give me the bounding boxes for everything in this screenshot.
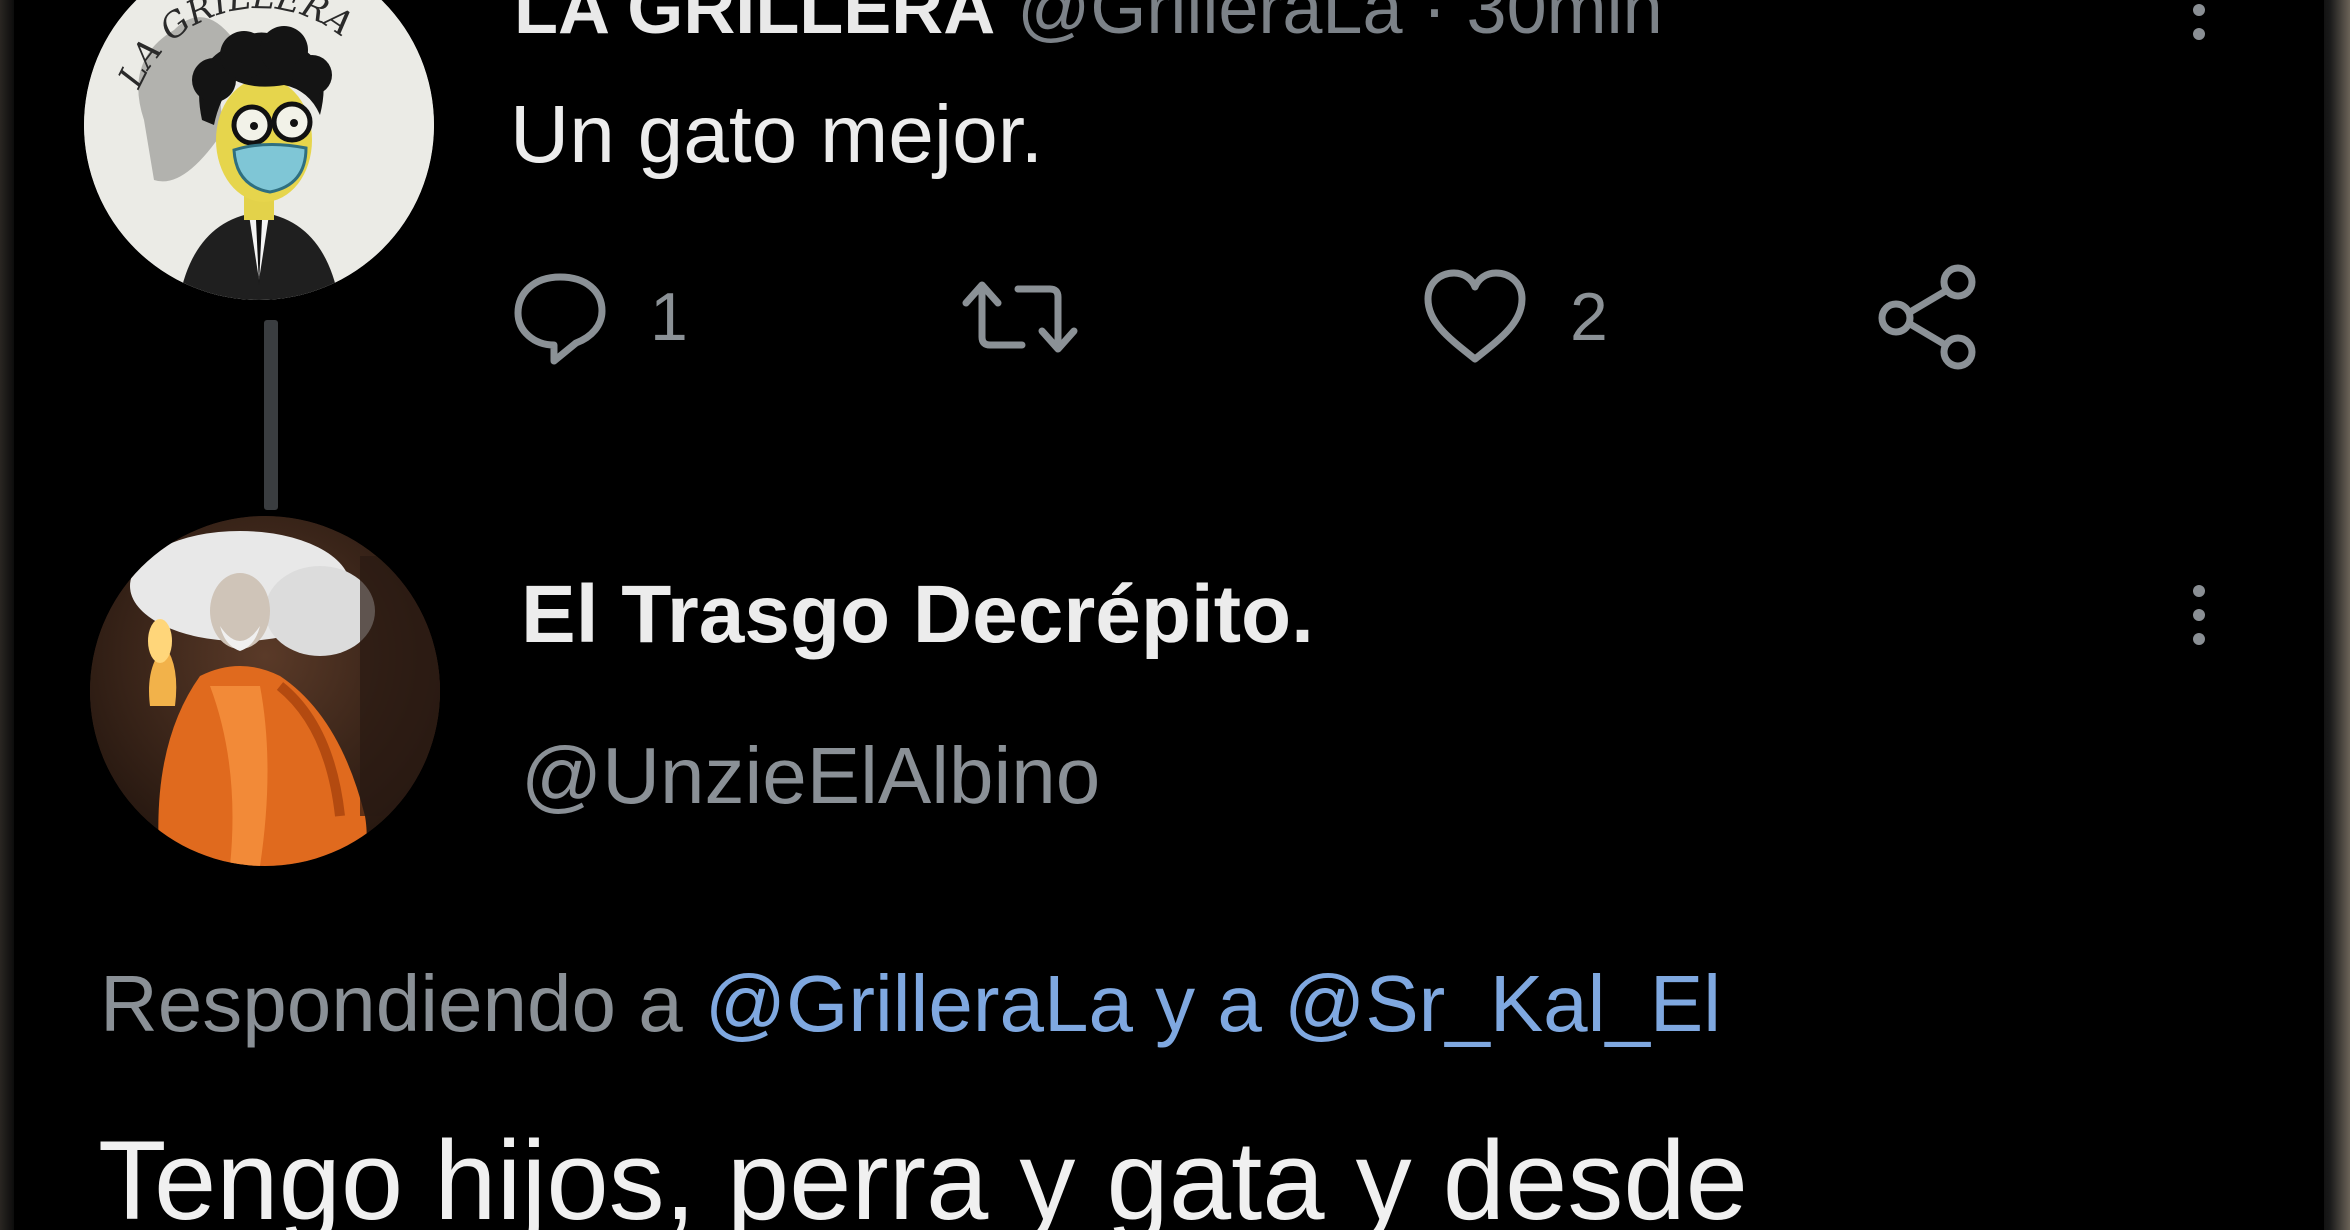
retweet-icon bbox=[962, 281, 1078, 353]
retweet-button[interactable] bbox=[960, 262, 1120, 372]
share-icon bbox=[1878, 264, 1976, 370]
tweet1-timestamp[interactable]: 30min bbox=[1467, 0, 1663, 49]
tweet1-text: Un gato mejor. bbox=[510, 89, 1044, 180]
tweet1-header: LA GRILLERA @GrilleraLa · 30min bbox=[514, 0, 1663, 64]
trasgo-avatar-image bbox=[90, 516, 440, 866]
share-button[interactable] bbox=[1874, 262, 1984, 372]
replying-prefix: Respondiendo a bbox=[100, 959, 705, 1048]
mention-grillerala[interactable]: @GrilleraLa bbox=[705, 959, 1133, 1048]
tweet1-more-icon[interactable] bbox=[2184, 0, 2214, 60]
replying-joiner[interactable]: y a bbox=[1133, 959, 1284, 1048]
tweet1-separator: · bbox=[1422, 0, 1447, 49]
like-count: 2 bbox=[1570, 279, 1608, 355]
twitter-thread-screen: LA GRILLERA LA GRILLERA @GrilleraLa · 30m… bbox=[14, 0, 2324, 1230]
tweet1-display-name[interactable]: LA GRILLERA bbox=[514, 0, 995, 49]
like-icon bbox=[1424, 269, 1526, 363]
tweet2-text: Tengo hijos, perra y gata y desde bbox=[98, 1118, 1748, 1230]
tweet2-handle[interactable]: @UnzieElAlbino bbox=[521, 730, 1100, 822]
grillera-avatar-image: LA GRILLERA bbox=[84, 0, 434, 300]
mention-sr-kal-el[interactable]: @Sr_Kal_El bbox=[1284, 959, 1721, 1048]
trasgo-avatar[interactable] bbox=[90, 516, 440, 866]
grillera-avatar[interactable]: LA GRILLERA bbox=[84, 0, 434, 300]
tweet1-handle[interactable]: @GrilleraLa bbox=[1017, 0, 1402, 49]
replying-to-line: Respondiendo a @GrilleraLa y a @Sr_Kal_E… bbox=[100, 958, 1721, 1050]
reply-button[interactable]: 1 bbox=[510, 262, 688, 372]
tweet2-more-icon[interactable] bbox=[2184, 585, 2214, 665]
reply-icon bbox=[514, 273, 606, 365]
like-button[interactable]: 2 bbox=[1420, 262, 1608, 372]
thread-connector-line bbox=[264, 320, 278, 510]
reply-count: 1 bbox=[650, 279, 688, 355]
photo-frame: LA GRILLERA LA GRILLERA @GrilleraLa · 30m… bbox=[0, 0, 2350, 1230]
tweet2-display-name[interactable]: El Trasgo Decrépito. bbox=[521, 568, 1314, 662]
